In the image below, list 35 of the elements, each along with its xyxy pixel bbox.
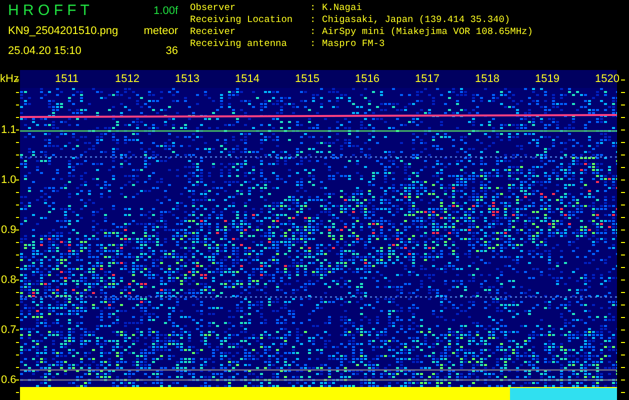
x-tick-label: 1520	[595, 73, 620, 86]
info-label: Receiving antenna	[190, 38, 288, 50]
y-tick-label: 1.1	[1, 123, 16, 137]
meteor-count: 36	[166, 44, 178, 59]
info-value: AirSpy mini (Miakejima VOR 108.65MHz)	[322, 26, 533, 38]
y-tick-label: 0.7	[1, 323, 16, 337]
y-tick-label: 1.0	[1, 173, 16, 187]
info-colon: :	[310, 38, 317, 50]
x-tick-label: 1512	[115, 73, 140, 86]
count-label: meteor	[144, 24, 178, 39]
info-label: Observer	[190, 2, 237, 14]
info-value: Chigasaki, Japan (139.414 35.340)	[322, 14, 510, 26]
x-tick-label: 1515	[295, 73, 320, 86]
x-tick-label: 1511	[55, 73, 79, 86]
app-title: H R O F F T	[8, 2, 90, 20]
axis-unit: kHz	[0, 73, 19, 85]
info-colon: :	[310, 2, 317, 14]
info-value: K.Nagai	[322, 2, 362, 14]
x-tick-label: 1513	[175, 73, 200, 86]
info-value: Maspro FM-3	[322, 38, 385, 50]
date-time: 25.04.20 15:10	[8, 44, 82, 59]
file-name: KN9_2504201510.png	[8, 24, 120, 39]
info-label: Receiving Location	[190, 14, 294, 26]
info-label: Receiver	[190, 26, 237, 38]
x-tick-label: 1516	[355, 73, 380, 86]
x-tick-label: 1518	[475, 73, 500, 86]
y-tick-label: 0.6	[1, 373, 16, 387]
version-label: 1.00f	[154, 4, 178, 19]
x-tick-label: 1514	[235, 73, 260, 86]
info-colon: :	[310, 26, 317, 38]
x-tick-label: 1519	[535, 73, 560, 86]
info-colon: :	[310, 14, 317, 26]
y-tick-label: 0.9	[1, 223, 16, 237]
x-tick-label: 1517	[415, 73, 440, 86]
y-tick-label: 0.8	[1, 273, 16, 287]
